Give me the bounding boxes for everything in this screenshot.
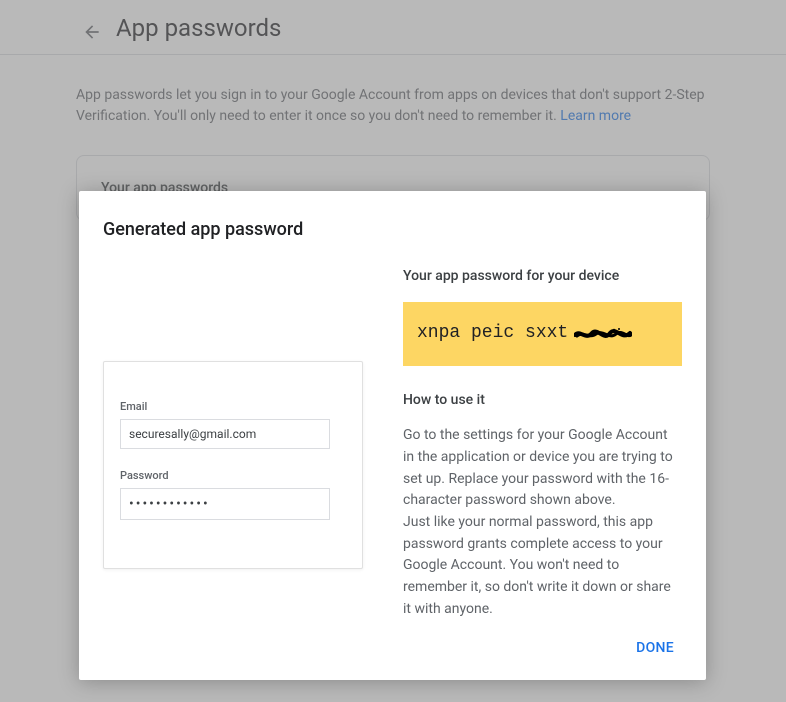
how-to-use-heading: How to use it <box>403 390 682 412</box>
generated-password-text: xnpa peic sxxt <box>417 320 568 348</box>
preview-column: Email Password <box>103 266 363 620</box>
preview-email-field <box>120 419 330 449</box>
how-to-use-text-2: Just like your normal password, this app… <box>403 512 682 620</box>
modal-title: Generated app password <box>79 219 706 240</box>
modal-body: Email Password Your app password for you… <box>79 266 706 620</box>
generated-password-modal: Generated app password Email Password Yo… <box>79 191 706 680</box>
device-password-heading: Your app password for your device <box>403 266 682 288</box>
preview-password-label: Password <box>120 469 346 482</box>
redacted-scribble-icon <box>574 326 632 342</box>
preview-email-label: Email <box>120 400 346 413</box>
done-button[interactable]: DONE <box>628 634 682 662</box>
how-to-use-text-1: Go to the settings for your Google Accou… <box>403 425 682 512</box>
generated-password-display: xnpa peic sxxt <box>403 302 682 366</box>
preview-password-field <box>120 488 330 520</box>
modal-actions: DONE <box>79 620 706 662</box>
info-column: Your app password for your device xnpa p… <box>403 266 682 620</box>
login-preview-box: Email Password <box>103 361 363 569</box>
